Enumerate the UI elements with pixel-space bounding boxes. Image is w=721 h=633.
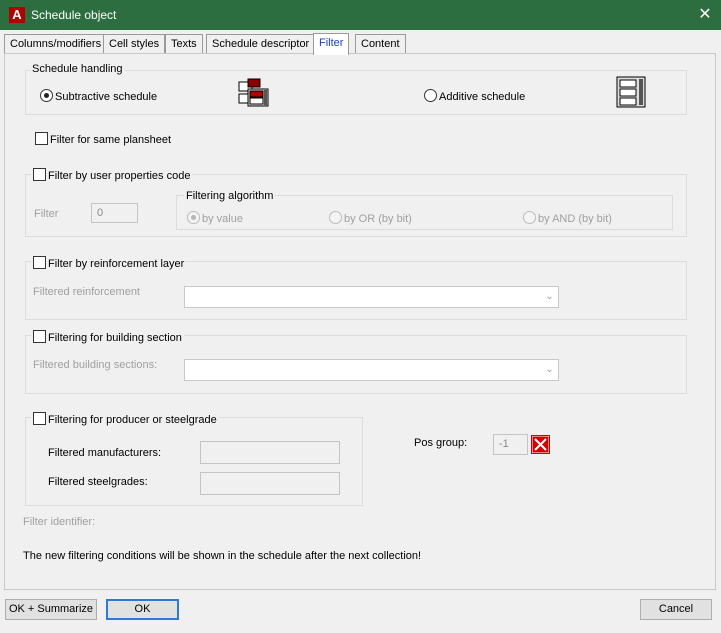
tab-filter[interactable]: Filter — [313, 33, 350, 55]
filter-identifier-label: Filter identifier: — [23, 516, 96, 528]
subtractive-schedule-icon — [238, 77, 272, 109]
filtered-building-sections-select[interactable]: ⌄ — [184, 359, 559, 381]
close-icon[interactable]: ✕ — [694, 5, 716, 25]
filter-value-input[interactable]: 0 — [91, 203, 138, 223]
filtered-steelgrades-label: Filtered steelgrades: — [48, 476, 148, 488]
radio-unchecked-icon — [424, 89, 437, 102]
additive-schedule-icon — [613, 76, 647, 108]
app-logo-icon: A — [9, 7, 25, 23]
checkbox-icon — [33, 412, 46, 425]
filtered-building-sections-label: Filtered building sections: — [33, 359, 158, 371]
reinforcement-layer-checkbox[interactable]: Filter by reinforcement layer — [31, 256, 187, 270]
building-section-checkbox[interactable]: Filtering for building section — [31, 330, 184, 344]
filter-label: Filter — [34, 208, 59, 220]
additive-schedule-radio[interactable]: Additive schedule — [424, 89, 525, 103]
filtering-note: The new filtering conditions will be sho… — [23, 550, 422, 562]
tab-texts[interactable]: Texts — [165, 34, 203, 54]
radio-unchecked-icon — [329, 211, 342, 224]
cancel-button[interactable]: Cancel — [640, 599, 712, 620]
by-value-radio[interactable]: by value — [187, 211, 243, 225]
filtered-steelgrades-input[interactable] — [200, 472, 340, 495]
filtered-manufacturers-input[interactable] — [200, 441, 340, 464]
user-properties-checkbox[interactable]: Filter by user properties code — [31, 168, 193, 182]
pos-group-label: Pos group: — [414, 437, 468, 449]
by-or-radio[interactable]: by OR (by bit) — [329, 211, 412, 225]
radio-checked-icon — [40, 89, 53, 102]
radio-unchecked-icon — [523, 211, 536, 224]
same-plansheet-checkbox[interactable]: Filter for same plansheet — [35, 132, 171, 146]
ok-summarize-button[interactable]: OK + Summarize — [5, 599, 97, 620]
clear-pos-group-icon[interactable] — [531, 435, 550, 454]
filtering-algorithm-legend: Filtering algorithm — [184, 190, 276, 202]
checkbox-icon — [33, 256, 46, 269]
window-title: Schedule object — [31, 8, 117, 22]
title-bar: A Schedule object ✕ — [0, 0, 721, 30]
schedule-handling-legend: Schedule handling — [30, 63, 125, 75]
filtered-reinforcement-label: Filtered reinforcement — [33, 286, 140, 298]
checkbox-icon — [35, 132, 48, 145]
subtractive-schedule-radio[interactable]: Subtractive schedule — [40, 89, 157, 103]
tab-columns-modifiers[interactable]: Columns/modifiers — [4, 34, 108, 54]
pos-group-input[interactable]: -1 — [493, 434, 528, 455]
filtered-manufacturers-label: Filtered manufacturers: — [48, 447, 162, 459]
tab-schedule-descriptor[interactable]: Schedule descriptor — [206, 34, 316, 54]
tab-bar: Columns/modifiers Cell styles Texts Sche… — [4, 33, 716, 55]
chevron-down-icon: ⌄ — [545, 291, 554, 302]
producer-steelgrade-checkbox[interactable]: Filtering for producer or steelgrade — [31, 412, 219, 426]
checkbox-icon — [33, 168, 46, 181]
filtered-reinforcement-select[interactable]: ⌄ — [184, 286, 559, 308]
radio-checked-icon — [187, 211, 200, 224]
checkbox-icon — [33, 330, 46, 343]
by-and-radio[interactable]: by AND (by bit) — [523, 211, 612, 225]
tab-content[interactable]: Content — [355, 34, 406, 54]
ok-button[interactable]: OK — [106, 599, 179, 620]
tab-cell-styles[interactable]: Cell styles — [103, 34, 166, 54]
chevron-down-icon: ⌄ — [545, 364, 554, 375]
